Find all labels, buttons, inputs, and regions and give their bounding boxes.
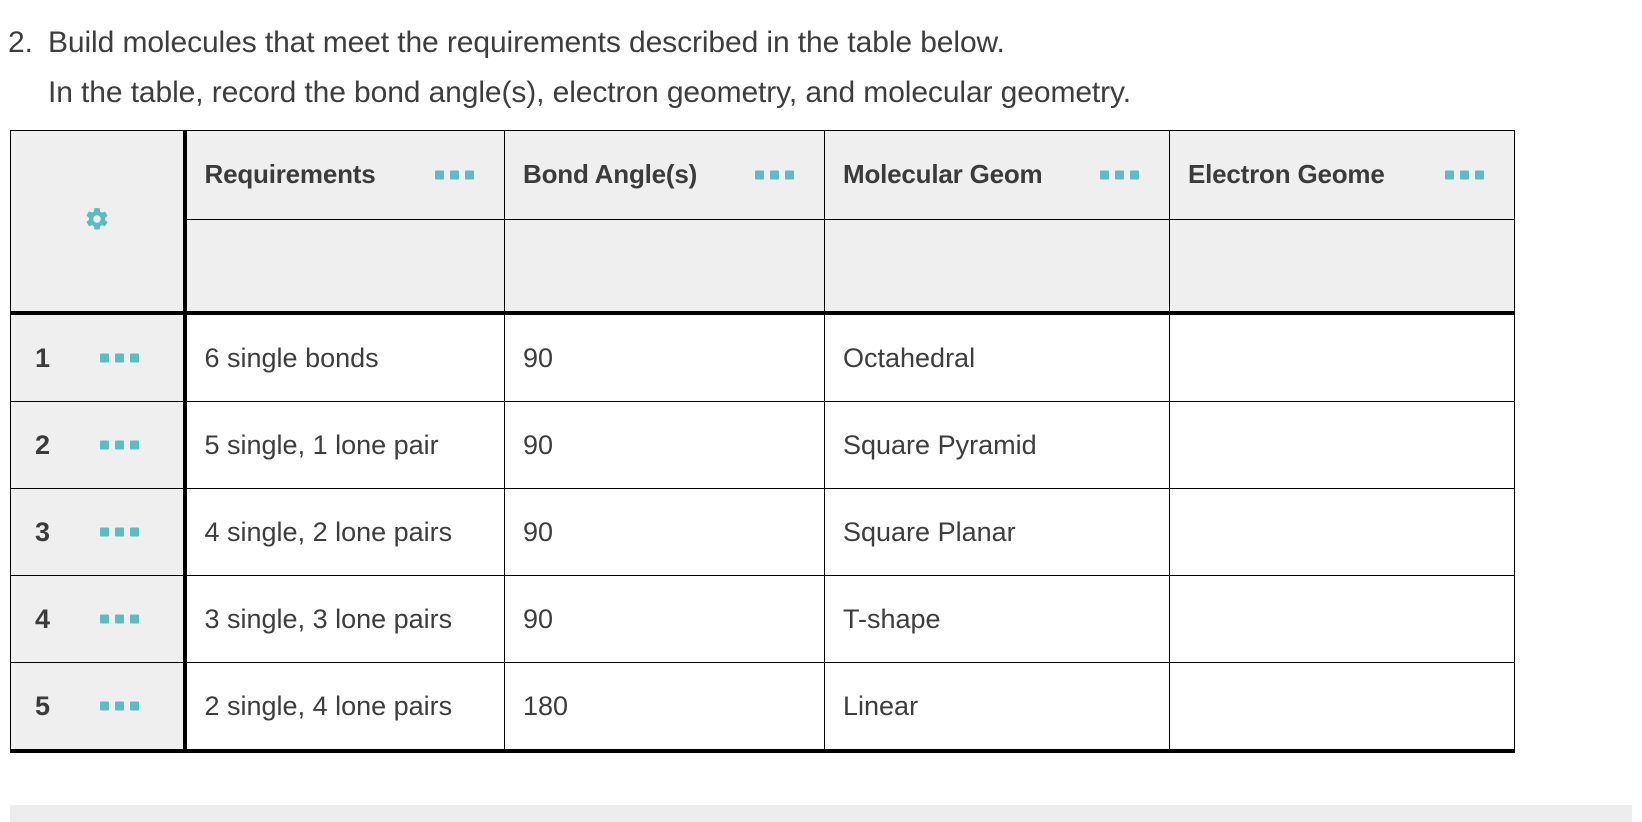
cell-bond-angle[interactable]: 180 — [504, 662, 825, 753]
cell-bond-angle[interactable]: 90 — [504, 401, 825, 489]
subheader-cell-requirements[interactable] — [182, 218, 505, 315]
cell-requirements[interactable]: 2 single, 4 lone pairs — [184, 662, 505, 753]
table-container: Requirements Bond Angle(s) Molecular Geo… — [0, 130, 1642, 753]
column-header-label: Requirements — [204, 159, 376, 190]
row-number: 2 — [35, 429, 51, 460]
question-line-1: 2. Build molecules that meet the require… — [0, 18, 1642, 68]
ellipsis-icon[interactable] — [755, 170, 794, 180]
cell-molecular-geometry[interactable]: Linear — [824, 662, 1170, 753]
cell-molecular-geometry[interactable]: Square Pyramid — [824, 401, 1170, 489]
cell-requirements[interactable]: 3 single, 3 lone pairs — [184, 575, 505, 663]
ellipsis-icon[interactable] — [1445, 170, 1484, 180]
ellipsis-icon[interactable] — [99, 527, 139, 537]
question-block: 2. Build molecules that meet the require… — [0, 0, 1642, 118]
ellipsis-icon[interactable] — [1100, 170, 1139, 180]
cell-electron-geometry[interactable] — [1169, 312, 1515, 402]
table-row: 5 2 single, 4 lone pairs 180 Linear — [10, 662, 1515, 753]
cell-electron-geometry[interactable] — [1169, 488, 1515, 576]
column-header-electron-geometry[interactable]: Electron Geome — [1169, 130, 1515, 220]
row-number: 4 — [35, 603, 51, 634]
row-number-cell[interactable]: 5 — [10, 662, 187, 753]
cell-molecular-geometry[interactable]: T-shape — [824, 575, 1170, 663]
row-number: 5 — [35, 690, 51, 721]
table-settings-cell[interactable] — [10, 130, 187, 315]
subheader-cell-bond-angle[interactable] — [504, 218, 825, 315]
row-number-cell[interactable]: 2 — [10, 401, 187, 489]
row-number: 1 — [35, 342, 51, 373]
cell-electron-geometry[interactable] — [1169, 401, 1515, 489]
question-text-line-1: Build molecules that meet the requiremen… — [48, 26, 1005, 59]
cell-molecular-geometry[interactable]: Octahedral — [824, 312, 1170, 402]
cell-bond-angle[interactable]: 90 — [504, 575, 825, 663]
column-header-bond-angle[interactable]: Bond Angle(s) — [504, 130, 825, 220]
cell-requirements[interactable]: 4 single, 2 lone pairs — [184, 488, 505, 576]
cell-bond-angle[interactable]: 90 — [504, 312, 825, 402]
table-row: 4 3 single, 3 lone pairs 90 T-shape — [10, 575, 1515, 663]
question-number: 2. — [8, 26, 33, 59]
table-row: 3 4 single, 2 lone pairs 90 Square Plana… — [10, 488, 1515, 576]
row-number-cell[interactable]: 4 — [10, 575, 187, 663]
requirements-table: Requirements Bond Angle(s) Molecular Geo… — [10, 130, 1515, 753]
column-header-label: Molecular Geom — [843, 159, 1043, 190]
bottom-divider-band — [10, 805, 1632, 822]
subheader-cell-electron-geometry[interactable] — [1169, 218, 1515, 315]
ellipsis-icon[interactable] — [99, 701, 139, 711]
row-number-cell[interactable]: 3 — [10, 488, 187, 576]
table-header-row: Requirements Bond Angle(s) Molecular Geo… — [10, 130, 1515, 315]
ellipsis-icon[interactable] — [99, 353, 139, 363]
table-subheader-row — [11, 218, 1515, 315]
gear-icon[interactable] — [84, 206, 110, 232]
table-row: 1 6 single bonds 90 Octahedral — [10, 312, 1515, 402]
cell-requirements[interactable]: 6 single bonds — [184, 312, 505, 402]
table-row: 2 5 single, 1 lone pair 90 Square Pyrami… — [10, 401, 1515, 489]
cell-bond-angle[interactable]: 90 — [504, 488, 825, 576]
cell-requirements[interactable]: 5 single, 1 lone pair — [184, 401, 505, 489]
column-header-label: Bond Angle(s) — [523, 159, 698, 190]
question-text-line-2: In the table, record the bond angle(s), … — [48, 76, 1131, 109]
cell-electron-geometry[interactable] — [1169, 662, 1515, 753]
cell-molecular-geometry[interactable]: Square Planar — [824, 488, 1170, 576]
ellipsis-icon[interactable] — [99, 614, 139, 624]
ellipsis-icon[interactable] — [435, 170, 474, 180]
column-header-molecular-geometry[interactable]: Molecular Geom — [824, 130, 1170, 220]
question-line-2: In the table, record the bond angle(s), … — [0, 68, 1642, 118]
ellipsis-icon[interactable] — [99, 440, 139, 450]
subheader-cell-molecular-geometry[interactable] — [824, 218, 1170, 315]
cell-electron-geometry[interactable] — [1169, 575, 1515, 663]
column-header-label: Electron Geome — [1188, 159, 1385, 190]
row-number-cell[interactable]: 1 — [10, 312, 187, 402]
row-number: 3 — [35, 516, 51, 547]
column-header-requirements[interactable]: Requirements — [182, 130, 505, 220]
